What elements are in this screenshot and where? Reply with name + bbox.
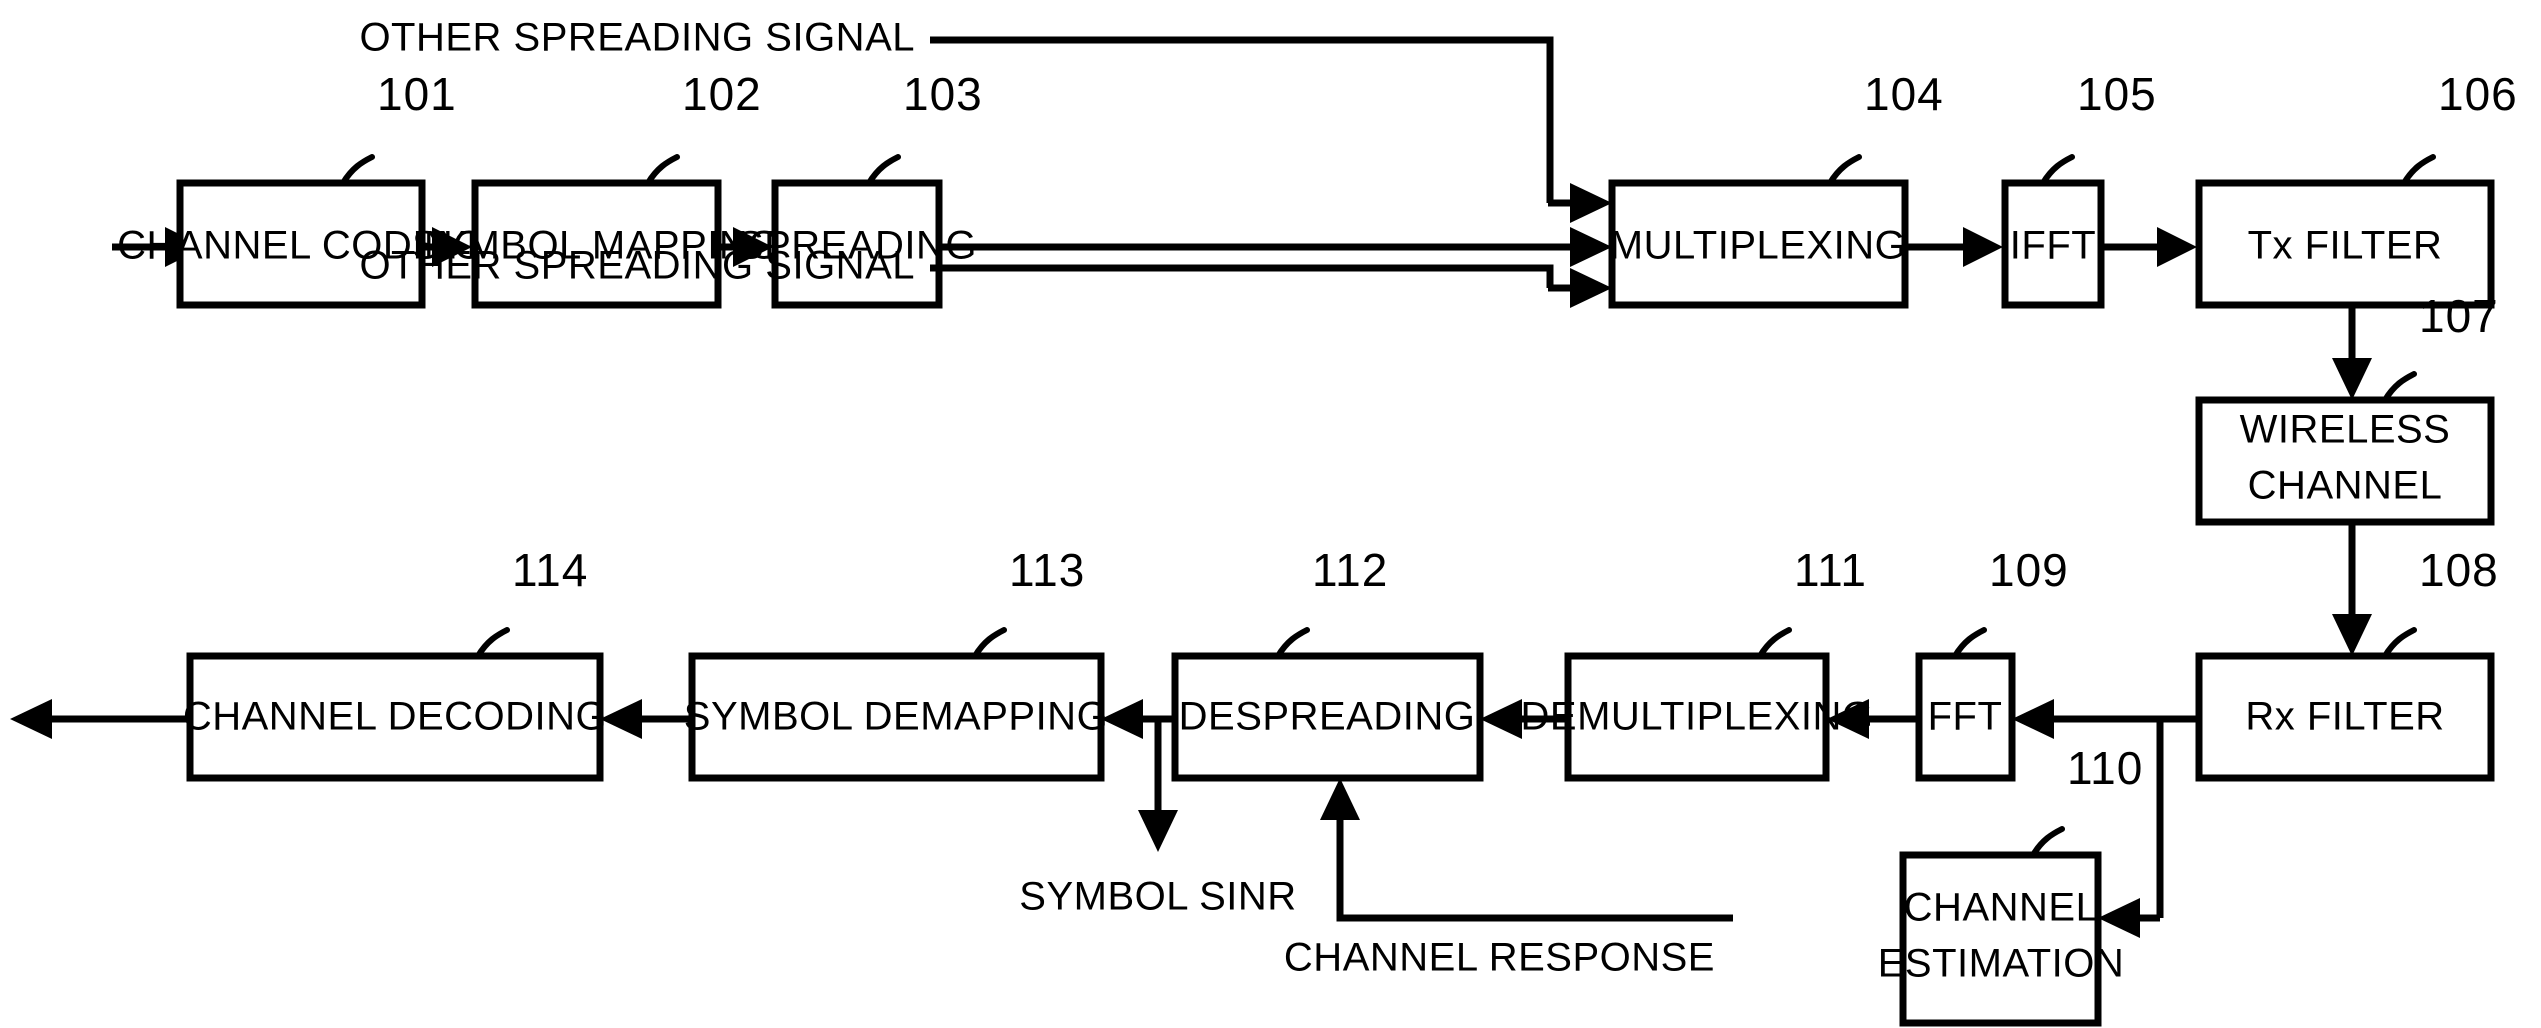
ref-number-113: 113: [1009, 544, 1085, 596]
arrowhead-108-109: [2012, 699, 2054, 739]
block-channel-estimation[interactable]: [1899, 851, 2102, 1027]
leader-111: [1757, 627, 1792, 659]
ref-number-110: 110: [2067, 742, 2143, 794]
block-channel-estimation-label-line2: ESTIMATION: [1878, 942, 2124, 986]
ref-number-105: 105: [2077, 68, 2157, 120]
label-channel-response: CHANNEL RESPONSE: [1284, 936, 1715, 980]
leader-108: [2382, 627, 2417, 659]
block-wireless-channel-label-line2: CHANNEL: [2248, 464, 2443, 508]
arrowhead-106-107: [2332, 358, 2372, 400]
arrowhead-103-104: [1570, 227, 1612, 267]
block-symbol-demapping-label: SYMBOL DEMAPPING: [684, 695, 1108, 739]
leader-110: [2030, 826, 2065, 858]
ref-number-103: 103: [903, 68, 983, 120]
wire-other-spreading-top: [930, 36, 1554, 203]
label-other-spreading-signal-top: OTHER SPREADING SIGNAL: [359, 16, 915, 60]
arrowhead-channel-response: [1320, 778, 1360, 820]
block-despreading-label: DESPREADING: [1179, 695, 1476, 739]
block-demultiplexing-label: DEMULTIPLEXING: [1521, 695, 1874, 739]
arrowhead-107-108: [2332, 614, 2372, 656]
label-other-spreading-signal-bottom: OTHER SPREADING SIGNAL: [359, 244, 915, 288]
block-fft-label: FFT: [1928, 695, 2003, 739]
ref-number-101: 101: [377, 68, 457, 120]
leader-106: [2401, 154, 2436, 186]
block-multiplexing-label: MULTIPLEXING: [1610, 224, 1906, 268]
wire-other-spreading-bottom: [930, 264, 1554, 288]
leader-109: [1952, 627, 1987, 659]
ref-number-109: 109: [1989, 544, 2069, 596]
block-channel-decoding-label: CHANNEL DECODING: [183, 695, 607, 739]
leader-105: [2040, 154, 2075, 186]
arrowhead-symbol-sinr: [1138, 810, 1178, 852]
ref-number-108: 108: [2419, 544, 2499, 596]
wire-channel-response: [1336, 820, 1733, 922]
leader-114: [475, 627, 510, 659]
ref-number-111: 111: [1794, 544, 1867, 596]
leader-103: [866, 154, 901, 186]
block-ifft-label: IFFT: [2010, 224, 2096, 268]
block-wireless-channel-label-line1: WIRELESS: [2240, 408, 2451, 452]
leader-113: [972, 627, 1007, 659]
ref-number-112: 112: [1312, 544, 1388, 596]
leader-107: [2382, 371, 2417, 403]
leader-101: [340, 154, 375, 186]
block-tx-filter-label: Tx FILTER: [2248, 224, 2443, 268]
leader-102: [645, 154, 680, 186]
arrowhead-111-112: [1480, 699, 1522, 739]
ref-number-107: 107: [2419, 290, 2499, 342]
arrowhead-output: [10, 699, 52, 739]
patent-figure-canvas: CHANNEL CODING 101 SYMBOL MAPPING 102 SP…: [0, 0, 2541, 1028]
leader-112: [1275, 627, 1310, 659]
arrowhead-104-105: [1963, 227, 2003, 267]
arrowhead-rx-tap-to-estimation: [2098, 898, 2140, 938]
block-rx-filter-label: Rx FILTER: [2245, 695, 2444, 739]
leader-104: [1827, 154, 1862, 186]
arrowhead-other-spreading-top: [1570, 183, 1612, 223]
ref-number-114: 114: [512, 544, 588, 596]
ref-number-106: 106: [2438, 68, 2518, 120]
block-diagram-svg: CHANNEL CODING 101 SYMBOL MAPPING 102 SP…: [10, 16, 2518, 1027]
block-channel-estimation-label-line1: CHANNEL: [1904, 886, 2099, 930]
label-symbol-sinr: SYMBOL SINR: [1019, 875, 1296, 919]
arrowhead-105-106: [2157, 227, 2197, 267]
arrowhead-other-spreading-bottom: [1570, 268, 1612, 308]
ref-number-104: 104: [1864, 68, 1944, 120]
ref-number-102: 102: [682, 68, 762, 120]
